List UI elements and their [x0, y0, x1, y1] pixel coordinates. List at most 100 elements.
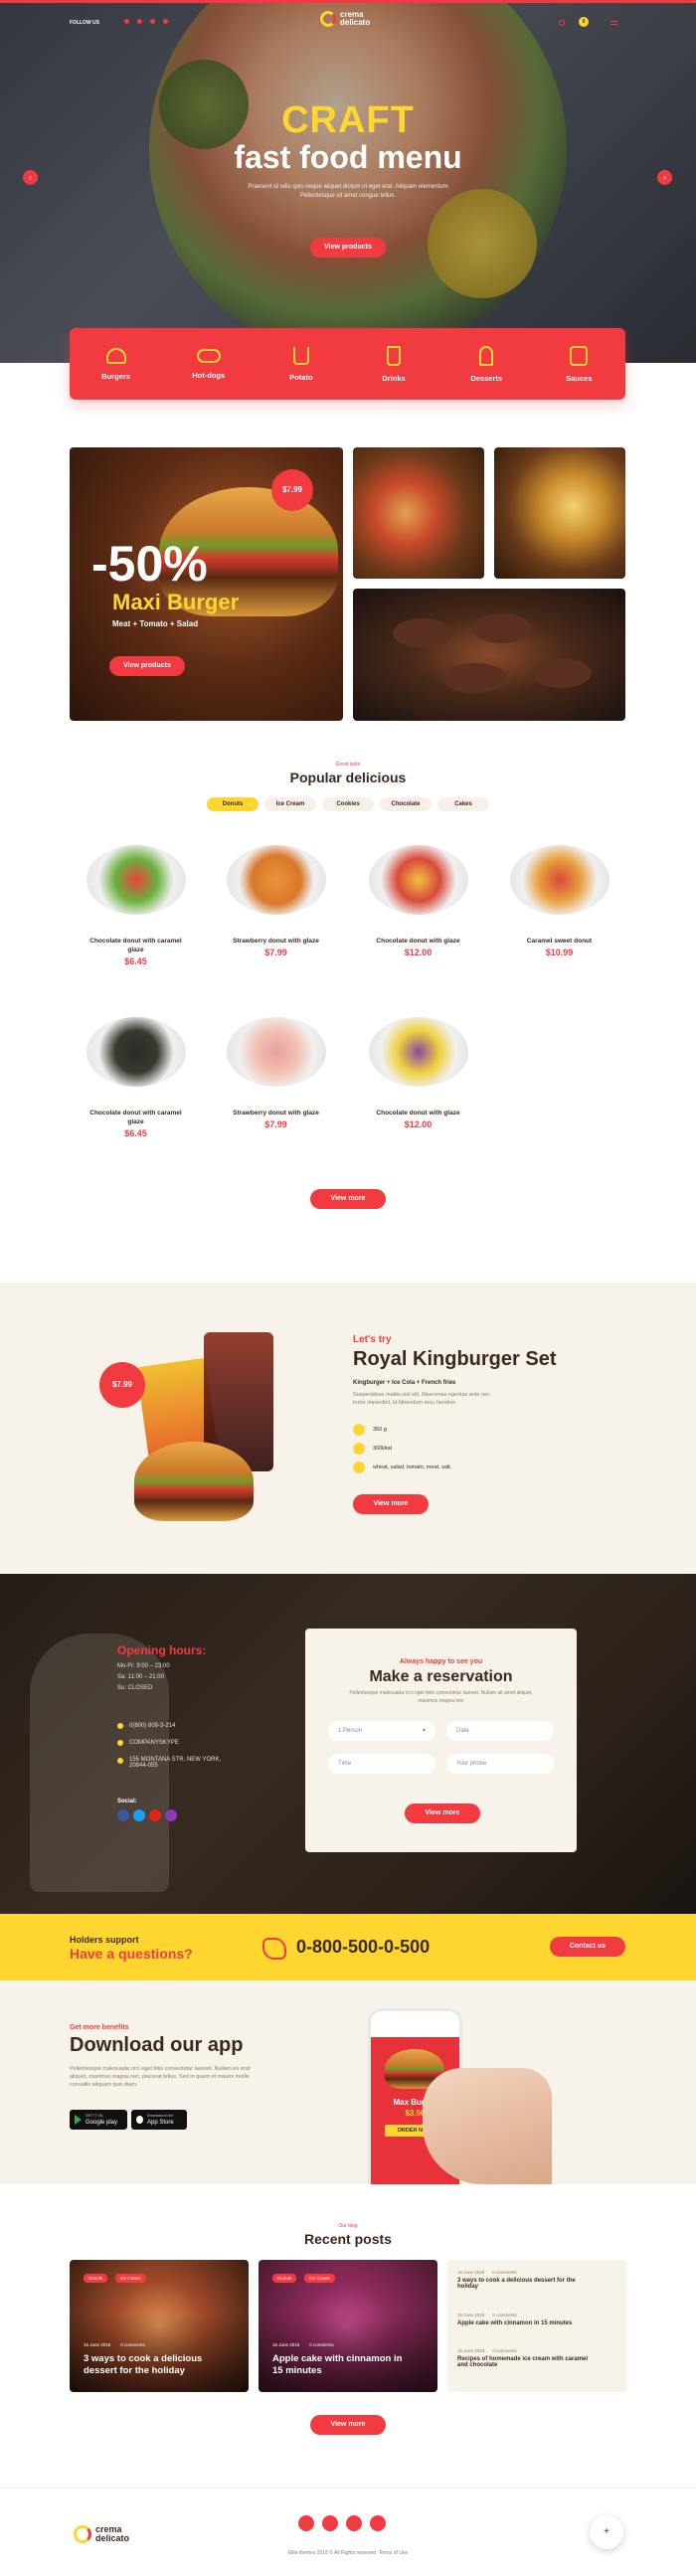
- category-item-sauces[interactable]: Sauces: [544, 345, 613, 383]
- hero-view-products-button[interactable]: View products: [310, 238, 386, 258]
- popular-kicker: Great taste: [335, 762, 361, 768]
- google-plus-icon[interactable]: [150, 19, 155, 24]
- post-tag[interactable]: Donuts: [84, 2274, 108, 2283]
- post-title-2[interactable]: and chocolate: [457, 2362, 616, 2368]
- reservation-submit-button[interactable]: View more: [405, 1803, 480, 1823]
- post-tag[interactable]: Ice Cream: [115, 2274, 146, 2283]
- fries-icon: [292, 346, 309, 365]
- spec-ingredients: wheat, salad, tomato, meat, salt,: [373, 1464, 452, 1470]
- product-name: Strawberry donut with glaze: [233, 1110, 319, 1116]
- product-image: [226, 845, 326, 915]
- form-title: Make a reservation: [369, 1668, 513, 1685]
- post-title-1[interactable]: Apple cake with cinnamon in 15 minutes: [457, 2320, 616, 2326]
- post-list: 16 June 2018 0 comments 3 ways to cook a…: [447, 2260, 626, 2392]
- phone-icon: [117, 1723, 123, 1729]
- product-image: [509, 845, 609, 915]
- kingburger-image: [104, 1312, 303, 1541]
- product-card[interactable]: Caramel sweet donut $10.99: [497, 837, 621, 981]
- footer-logo[interactable]: crema delicato: [74, 2525, 129, 2543]
- facebook-icon[interactable]: [124, 19, 129, 24]
- post-date: 16 June 2018: [457, 2270, 485, 2275]
- location-icon: [117, 1758, 123, 1764]
- post-title-1[interactable]: 3 ways to cook a delicious: [84, 2353, 202, 2364]
- beer-image[interactable]: [494, 447, 625, 579]
- tab-chocolate[interactable]: Chocolate: [380, 797, 432, 811]
- category-label: Burgers: [101, 371, 130, 381]
- contact-us-button[interactable]: Contact us: [550, 1937, 625, 1957]
- promo-banner[interactable]: $7.99 -50% Maxi Burger Meat + Tomato + S…: [70, 447, 343, 721]
- product-card[interactable]: Strawberry donut with glaze $7.99: [214, 1009, 338, 1153]
- skype-icon: [117, 1740, 123, 1746]
- product-card[interactable]: Chocolate donut with caramel glaze $6.45: [74, 1009, 198, 1153]
- grill-image[interactable]: [353, 589, 625, 721]
- post-list-item[interactable]: 16 June 2018 0 comments Recipes of homem…: [457, 2348, 616, 2368]
- tab-ice-cream[interactable]: Ice Cream: [264, 797, 316, 811]
- product-image: [226, 1017, 326, 1087]
- time-field[interactable]: Time: [328, 1754, 435, 1774]
- google-play-badge[interactable]: GET IT ON Google play: [70, 2110, 127, 2130]
- promo-title: Maxi Burger: [112, 590, 240, 614]
- category-item-burgers[interactable]: Burgers: [82, 347, 151, 381]
- product-price: $10.99: [545, 947, 574, 957]
- post-tag[interactable]: Ice Cream: [304, 2274, 335, 2283]
- pizza-image[interactable]: [353, 447, 484, 579]
- form-kicker: Always happy to see you: [399, 1658, 483, 1665]
- product-card[interactable]: Chocolate donut with glaze $12.00: [356, 837, 480, 981]
- header-logo[interactable]: crema delicato: [320, 11, 370, 27]
- posts-view-more-button[interactable]: View more: [310, 2415, 386, 2435]
- category-label: Desserts: [470, 373, 503, 383]
- app-store-badge[interactable]: Download on the App Store: [131, 2110, 187, 2130]
- twitter-icon[interactable]: [133, 1809, 145, 1821]
- popular-view-more-button[interactable]: View more: [310, 1189, 386, 1209]
- form-text-1: Pellentesque malesuada orci eget felis c…: [349, 1690, 533, 1696]
- category-item-desserts[interactable]: Desserts: [451, 345, 521, 383]
- facebook-icon[interactable]: [322, 2515, 338, 2531]
- post-card[interactable]: Donuts Ice Cream 16 June 2018 0 comments…: [259, 2260, 437, 2392]
- post-title-2[interactable]: holiday: [457, 2284, 616, 2290]
- category-item-potato[interactable]: Potato: [266, 346, 336, 382]
- product-card[interactable]: Strawberry donut with glaze $7.99: [214, 837, 338, 981]
- youtube-icon[interactable]: [346, 2515, 362, 2531]
- kingburger-view-more-button[interactable]: View more: [353, 1494, 429, 1514]
- category-item-hotdogs[interactable]: Hot-dogs: [174, 348, 244, 380]
- date-field[interactable]: Date: [446, 1721, 554, 1741]
- cart-badge[interactable]: 0: [579, 17, 589, 27]
- tab-cakes[interactable]: Cakes: [437, 797, 489, 811]
- instagram-icon[interactable]: [165, 1809, 177, 1821]
- post-card[interactable]: Donuts Ice Cream 16 June 2018 0 comments…: [70, 2260, 249, 2392]
- menu-icon[interactable]: [610, 21, 617, 25]
- instagram-icon[interactable]: [163, 19, 168, 24]
- post-title-1[interactable]: Apple cake with cinnamon in: [272, 2353, 402, 2364]
- scroll-top-button[interactable]: +: [590, 2515, 623, 2549]
- category-item-drinks[interactable]: Drinks: [359, 345, 429, 383]
- promo-view-products-button[interactable]: View products: [109, 656, 185, 676]
- persons-select[interactable]: 1 Person ▾: [328, 1721, 435, 1741]
- post-tag[interactable]: Donuts: [272, 2274, 297, 2283]
- calories-icon: [353, 1443, 365, 1455]
- post-list-item[interactable]: 16 June 2018 0 comments Apple cake with …: [457, 2313, 616, 2326]
- product-card[interactable]: Chocolate donut with glaze $12.00: [356, 1009, 480, 1153]
- follow-us-label: FOLLOW US: [70, 20, 99, 26]
- tab-donuts[interactable]: Donuts: [207, 797, 259, 811]
- footer-divider: [0, 2488, 696, 2489]
- promo-price-badge: $7.99: [271, 469, 313, 511]
- popular-title: Popular delicious: [289, 770, 407, 785]
- product-name: Strawberry donut with glaze: [233, 938, 319, 945]
- twitter-icon[interactable]: [298, 2515, 314, 2531]
- tab-cookies[interactable]: Cookies: [322, 797, 374, 811]
- youtube-icon[interactable]: [149, 1809, 161, 1821]
- google-plus-icon[interactable]: [370, 2515, 386, 2531]
- hours-line: Sa: 11:00 – 21:00: [117, 1674, 164, 1680]
- search-icon[interactable]: [559, 20, 565, 26]
- product-card[interactable]: Chocolate donut with caramel glaze $6.45: [74, 837, 198, 981]
- post-title-2[interactable]: dessert for the holiday: [84, 2365, 185, 2376]
- facebook-icon[interactable]: [117, 1809, 129, 1821]
- twitter-icon[interactable]: [137, 19, 142, 24]
- post-meta: 16 June 2018 0 comments: [272, 2342, 334, 2347]
- phone-field[interactable]: Your phone: [446, 1754, 554, 1774]
- post-list-item[interactable]: 16 June 2018 0 comments 3 ways to cook a…: [457, 2270, 616, 2290]
- reservation-social: [117, 1809, 177, 1821]
- spec-row: wheat, salad, tomato, meat, salt,: [353, 1461, 451, 1473]
- support-phone[interactable]: 0-800-500-0-500: [296, 1937, 430, 1958]
- post-title-2[interactable]: 15 minutes: [272, 2365, 322, 2376]
